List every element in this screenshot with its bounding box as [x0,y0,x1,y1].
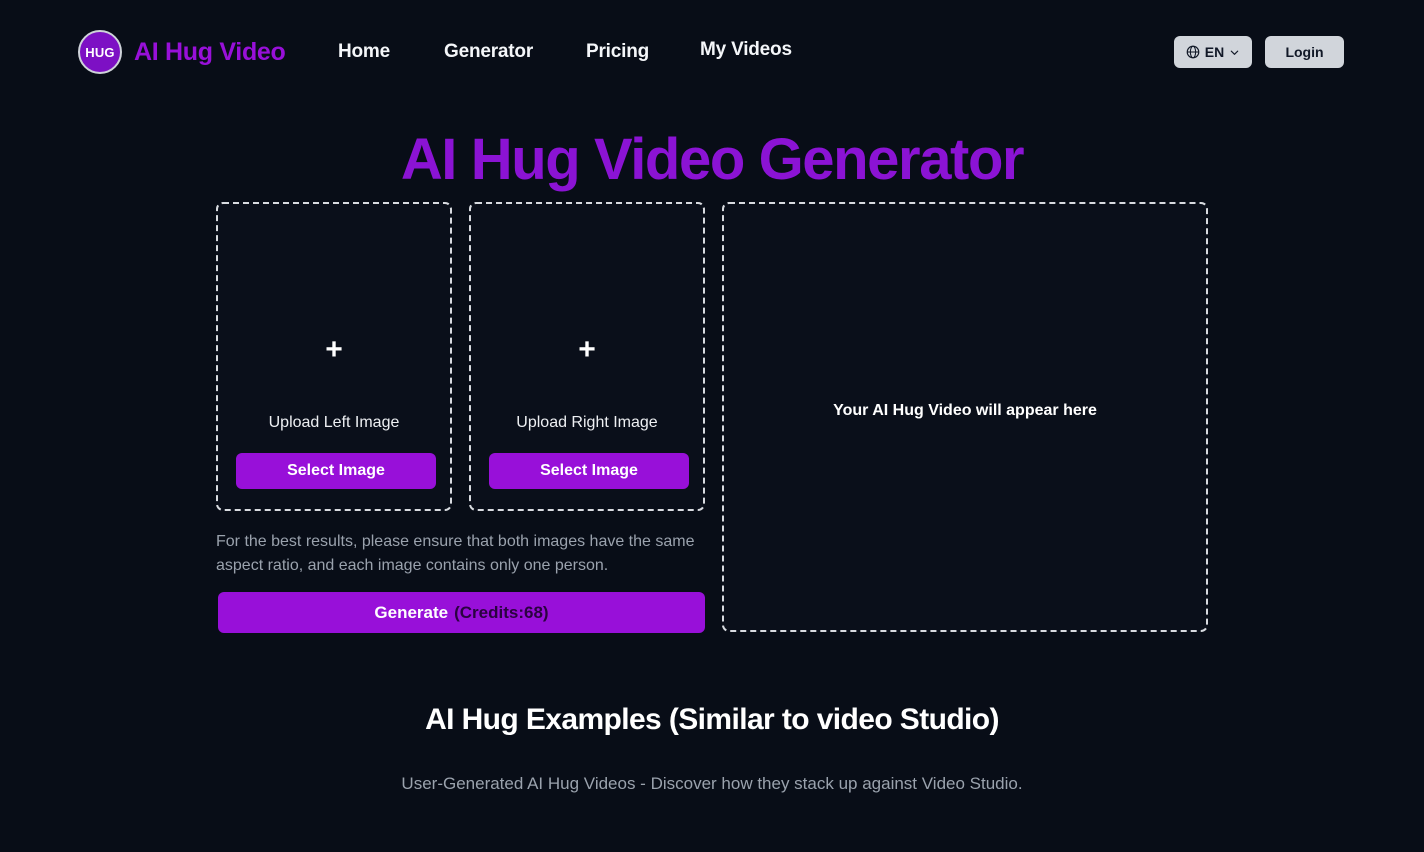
globe-icon [1186,45,1200,59]
select-image-button-right[interactable]: Select Image [489,453,689,489]
language-code: EN [1204,44,1225,60]
nav-item-my-videos[interactable]: My Videos [700,39,792,61]
hug-logo-icon: HUG [78,30,122,74]
brand-name: AI Hug Video [134,37,286,66]
brand-logo[interactable]: HUG AI Hug Video [78,30,286,74]
nav-item-generator[interactable]: Generator [444,41,533,63]
preview-placeholder-text: Your AI Hug Video will appear here [833,402,1097,419]
page-title: AI Hug Video Generator [400,127,1025,192]
examples-subtitle: User-Generated AI Hug Videos - Discover … [401,774,1023,793]
nav-item-pricing[interactable]: Pricing [586,41,649,63]
upload-box-left[interactable]: + Upload Left Image Select Image [216,202,452,511]
upload-label-left: Upload Left Image [268,414,400,431]
language-selector[interactable]: EN [1174,36,1252,68]
helper-text: For the best results, please ensure that… [216,533,695,574]
examples-heading: AI Hug Examples (Similar to video Studio… [425,703,999,736]
chevron-down-icon [1230,50,1239,55]
nav-item-home[interactable]: Home [338,41,390,63]
login-button[interactable]: Login [1265,36,1344,68]
upload-label-right: Upload Right Image [516,414,658,431]
credits-badge: (Credits:68) [454,602,549,622]
select-image-button-left[interactable]: Select Image [236,453,436,489]
generate-button[interactable]: Generate (Credits:68) [218,592,705,633]
upload-box-right[interactable]: + Upload Right Image Select Image [469,202,705,511]
page-root: HUG AI Hug Video Home Generator Pricing … [0,0,1424,852]
logo-text: HUG [85,44,115,60]
video-preview-panel: Your AI Hug Video will appear here [722,202,1208,632]
site-header: HUG AI Hug Video Home Generator Pricing … [0,0,1424,104]
generate-label: Generate [374,602,449,622]
